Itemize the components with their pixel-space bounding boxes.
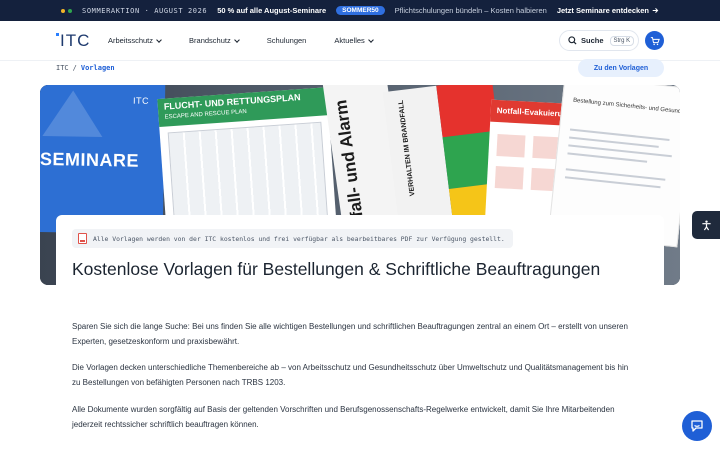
search-shortcut: Strg K xyxy=(609,35,635,46)
cart-button[interactable] xyxy=(645,31,664,50)
document-line xyxy=(567,152,648,163)
breadcrumb-home[interactable]: ITC xyxy=(56,64,69,72)
brochure-brand: ITC xyxy=(132,95,150,106)
promo-discount: 50 % auf alle August-Seminare xyxy=(217,6,327,15)
intro-paragraph: Sparen Sie sich die lange Suche: Bei uns… xyxy=(72,322,628,346)
cart-icon xyxy=(650,36,660,45)
main-nav: Arbeitsschutz Brandschutz Schulungen Akt… xyxy=(108,36,401,45)
chat-icon xyxy=(691,420,703,432)
evacuation-box xyxy=(494,166,524,190)
topics-paragraph: Die Vorlagen decken unterschiedliche The… xyxy=(72,363,629,387)
search-label: Suche xyxy=(581,36,604,45)
brochure-title: SEMINARE xyxy=(40,148,140,171)
promo-dot-yellow xyxy=(61,8,66,13)
promo-bar: SOMMERAKTION · AUGUST 2026 50 % auf alle… xyxy=(0,0,720,21)
site-header: ITC Arbeitsschutz Brandschutz Schulungen… xyxy=(0,21,720,61)
pdf-notice-text: Alle Vorlagen werden von der ITC kostenl… xyxy=(93,234,505,243)
breadcrumb-separator: / xyxy=(72,64,77,72)
seminar-brochure: ITC SEMINARE xyxy=(40,85,166,235)
pdf-notice: Alle Vorlagen werden von der ITC kostenl… xyxy=(72,229,513,248)
content-card: Alle Vorlagen werden von der ITC kostenl… xyxy=(56,215,664,450)
chevron-down-icon xyxy=(367,36,374,43)
to-templates-button[interactable]: Zu den Vorlagen xyxy=(578,59,664,77)
chevron-down-icon xyxy=(233,36,240,43)
arrow-right-icon xyxy=(652,8,659,13)
nav-item-schulungen[interactable]: Schulungen xyxy=(267,36,307,45)
steps-text: VERHALTEN IM BRANDFALL xyxy=(397,99,417,197)
promo-cta-label: Jetzt Seminare entdecken xyxy=(556,6,649,15)
site-logo[interactable]: ITC xyxy=(56,32,90,49)
nav-item-label: Schulungen xyxy=(266,36,307,45)
breadcrumb: ITC / Vorlagen xyxy=(56,64,115,72)
logo-mark xyxy=(56,33,59,36)
promo-cta-link[interactable]: Jetzt Seminare entdecken xyxy=(557,6,659,15)
nav-item-aktuelles[interactable]: Aktuelles xyxy=(334,36,374,45)
promo-subtext: Pflichtschulungen bündeln – Kosten halbi… xyxy=(394,6,547,15)
promo-label: SOMMERAKTION · AUGUST 2026 xyxy=(82,6,208,15)
nav-item-label: Aktuelles xyxy=(334,36,365,45)
page-title: Kostenlose Vorlagen für Bestellungen & S… xyxy=(72,259,601,279)
accessibility-button[interactable] xyxy=(692,211,720,239)
promo-dots xyxy=(61,8,73,13)
breadcrumb-current: Vorlagen xyxy=(80,64,115,72)
nav-item-label: Brandschutz xyxy=(189,36,231,45)
nav-item-brandschutz[interactable]: Brandschutz xyxy=(189,36,240,45)
floor-plan xyxy=(167,121,328,229)
pdf-file-icon xyxy=(78,233,87,244)
documents-paragraph: Alle Dokumente wurden sorgfältig auf Bas… xyxy=(72,405,615,429)
brochure-shape xyxy=(42,89,104,138)
search-button[interactable]: Suche Strg K xyxy=(559,30,639,51)
chevron-down-icon xyxy=(156,36,162,43)
logo-text: ITC xyxy=(60,31,91,50)
promo-dot-green xyxy=(68,8,73,13)
search-icon xyxy=(568,36,577,45)
evacuation-box xyxy=(496,134,526,158)
nav-item-label: Arbeitsschutz xyxy=(108,36,154,45)
accessibility-icon xyxy=(701,219,711,230)
chat-button[interactable] xyxy=(682,411,712,441)
nav-item-arbeitsschutz[interactable]: Arbeitsschutz xyxy=(108,36,162,45)
promo-code-badge[interactable]: SOMMER50 xyxy=(336,6,385,15)
